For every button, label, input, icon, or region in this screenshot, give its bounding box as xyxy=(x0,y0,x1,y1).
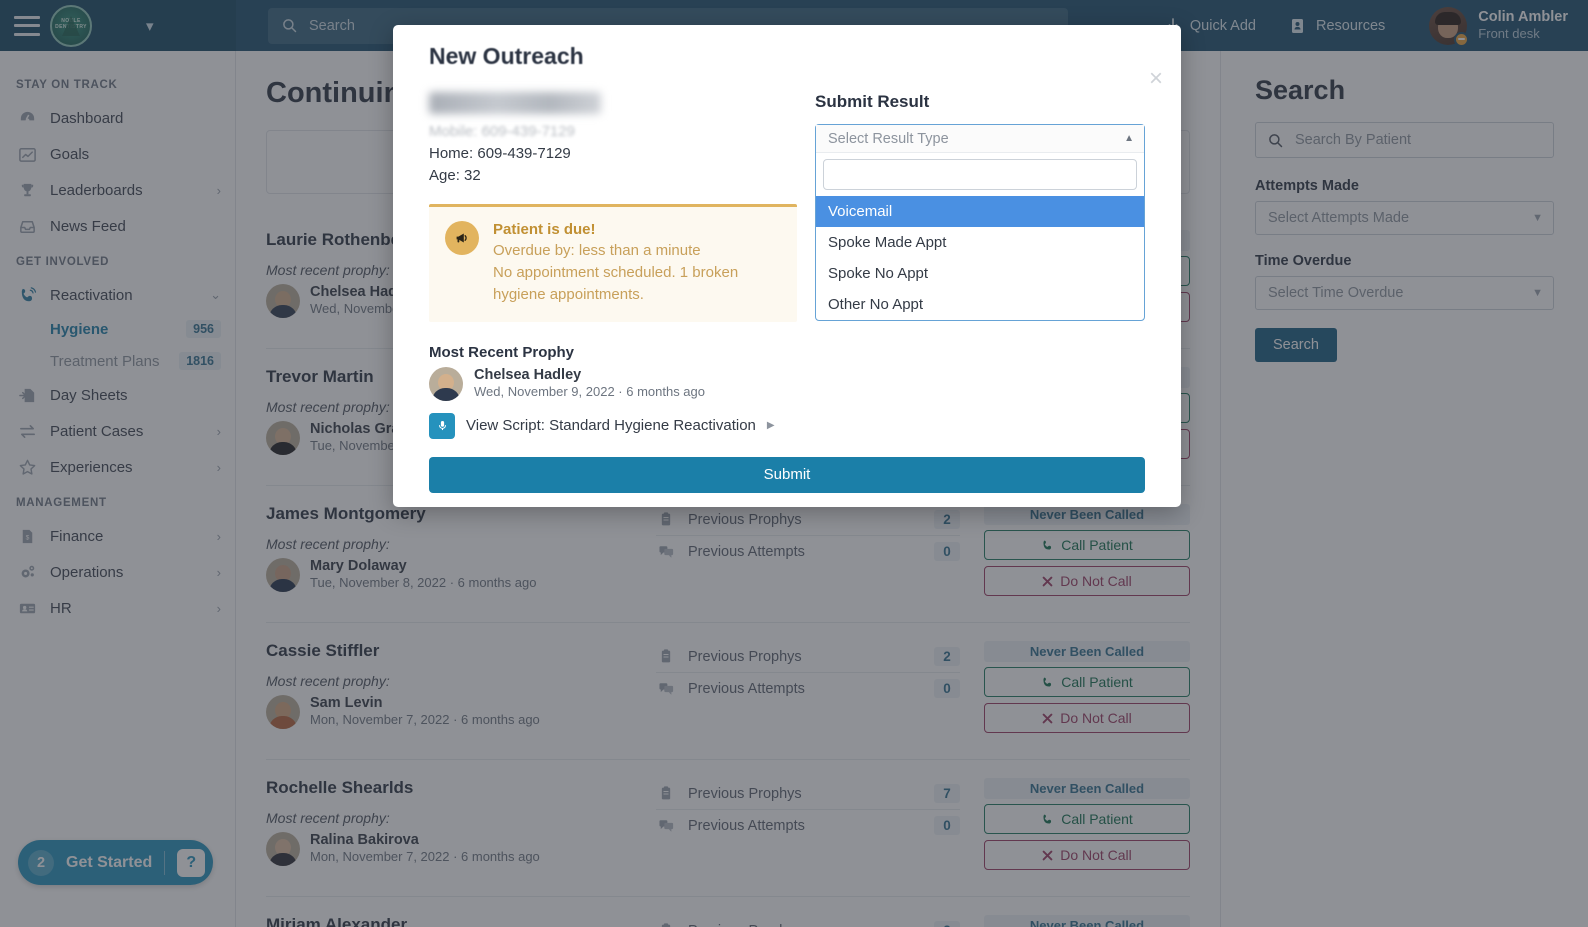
result-type-filter-input[interactable] xyxy=(823,159,1137,190)
new-outreach-modal: × New Outreach Mobile: 609-439-7129 Home… xyxy=(393,25,1181,507)
modal-footer: Submit xyxy=(413,439,1161,507)
result-type-option[interactable]: Spoke Made Appt xyxy=(816,227,1144,258)
patient-age: Age: 32 xyxy=(429,166,481,184)
alert-title: Patient is due! xyxy=(493,221,596,239)
result-type-select-toggle[interactable]: Select Result Type ▲ xyxy=(816,125,1144,153)
megaphone-icon xyxy=(445,221,479,256)
patient-info-column: Mobile: 609-439-7129 Home: 609-439-7129 … xyxy=(429,92,797,439)
microphone-icon xyxy=(429,412,455,439)
patient-mobile: Mobile: 609-439-7129 xyxy=(429,123,575,140)
result-type-selected-value: Select Result Type xyxy=(828,130,949,147)
patient-home-phone: Home: 609-439-7129 xyxy=(429,144,571,162)
submit-button[interactable]: Submit xyxy=(429,456,1145,493)
close-icon[interactable]: × xyxy=(1149,67,1163,91)
alert-text-block: Patient is due! Overdue by: less than a … xyxy=(493,221,738,305)
view-script-label: View Script: Standard Hygiene Reactivati… xyxy=(466,417,756,435)
alert-appointment-line-2: hygiene appointments. xyxy=(493,285,644,303)
submit-result-label: Submit Result xyxy=(815,92,930,111)
view-script-link[interactable]: View Script: Standard Hygiene Reactivati… xyxy=(429,412,797,439)
most-recent-prophy-provider-row: Chelsea Hadley Wed, November 9, 2022 · 6… xyxy=(429,367,797,401)
chevron-right-icon: ▶ xyxy=(766,420,775,432)
result-type-dropdown: Select Result Type ▲ Voicemail Spoke Made… xyxy=(815,124,1145,321)
result-type-filter-wrap xyxy=(816,153,1144,196)
modal-body: Mobile: 609-439-7129 Home: 609-439-7129 … xyxy=(413,92,1161,439)
result-type-option-list: Voicemail Spoke Made Appt Spoke No Appt Oth… xyxy=(816,196,1144,320)
result-type-option[interactable]: Other No Appt xyxy=(816,289,1144,320)
result-type-option[interactable]: Spoke No Appt xyxy=(816,258,1144,289)
prophy-provider-date: Wed, November 9, 2022 · 6 months ago xyxy=(474,383,705,399)
submit-result-column: Submit Result Select Result Type ▲ Voice… xyxy=(815,92,1145,439)
patient-name-redacted xyxy=(429,92,601,114)
alert-appointment-line-1: No appointment scheduled. 1 broken xyxy=(493,264,739,281)
alert-overdue-line: Overdue by: less than a minute xyxy=(493,242,701,260)
prophy-provider-name: Chelsea Hadley xyxy=(474,366,582,383)
avatar xyxy=(429,366,463,401)
result-type-option[interactable]: Voicemail xyxy=(816,196,1144,227)
modal-title: New Outreach xyxy=(429,43,584,69)
most-recent-prophy-heading: Most Recent Prophy xyxy=(429,343,575,361)
patient-due-alert: Patient is due! Overdue by: less than a … xyxy=(429,204,797,322)
chevron-up-icon: ▲ xyxy=(1124,133,1134,144)
